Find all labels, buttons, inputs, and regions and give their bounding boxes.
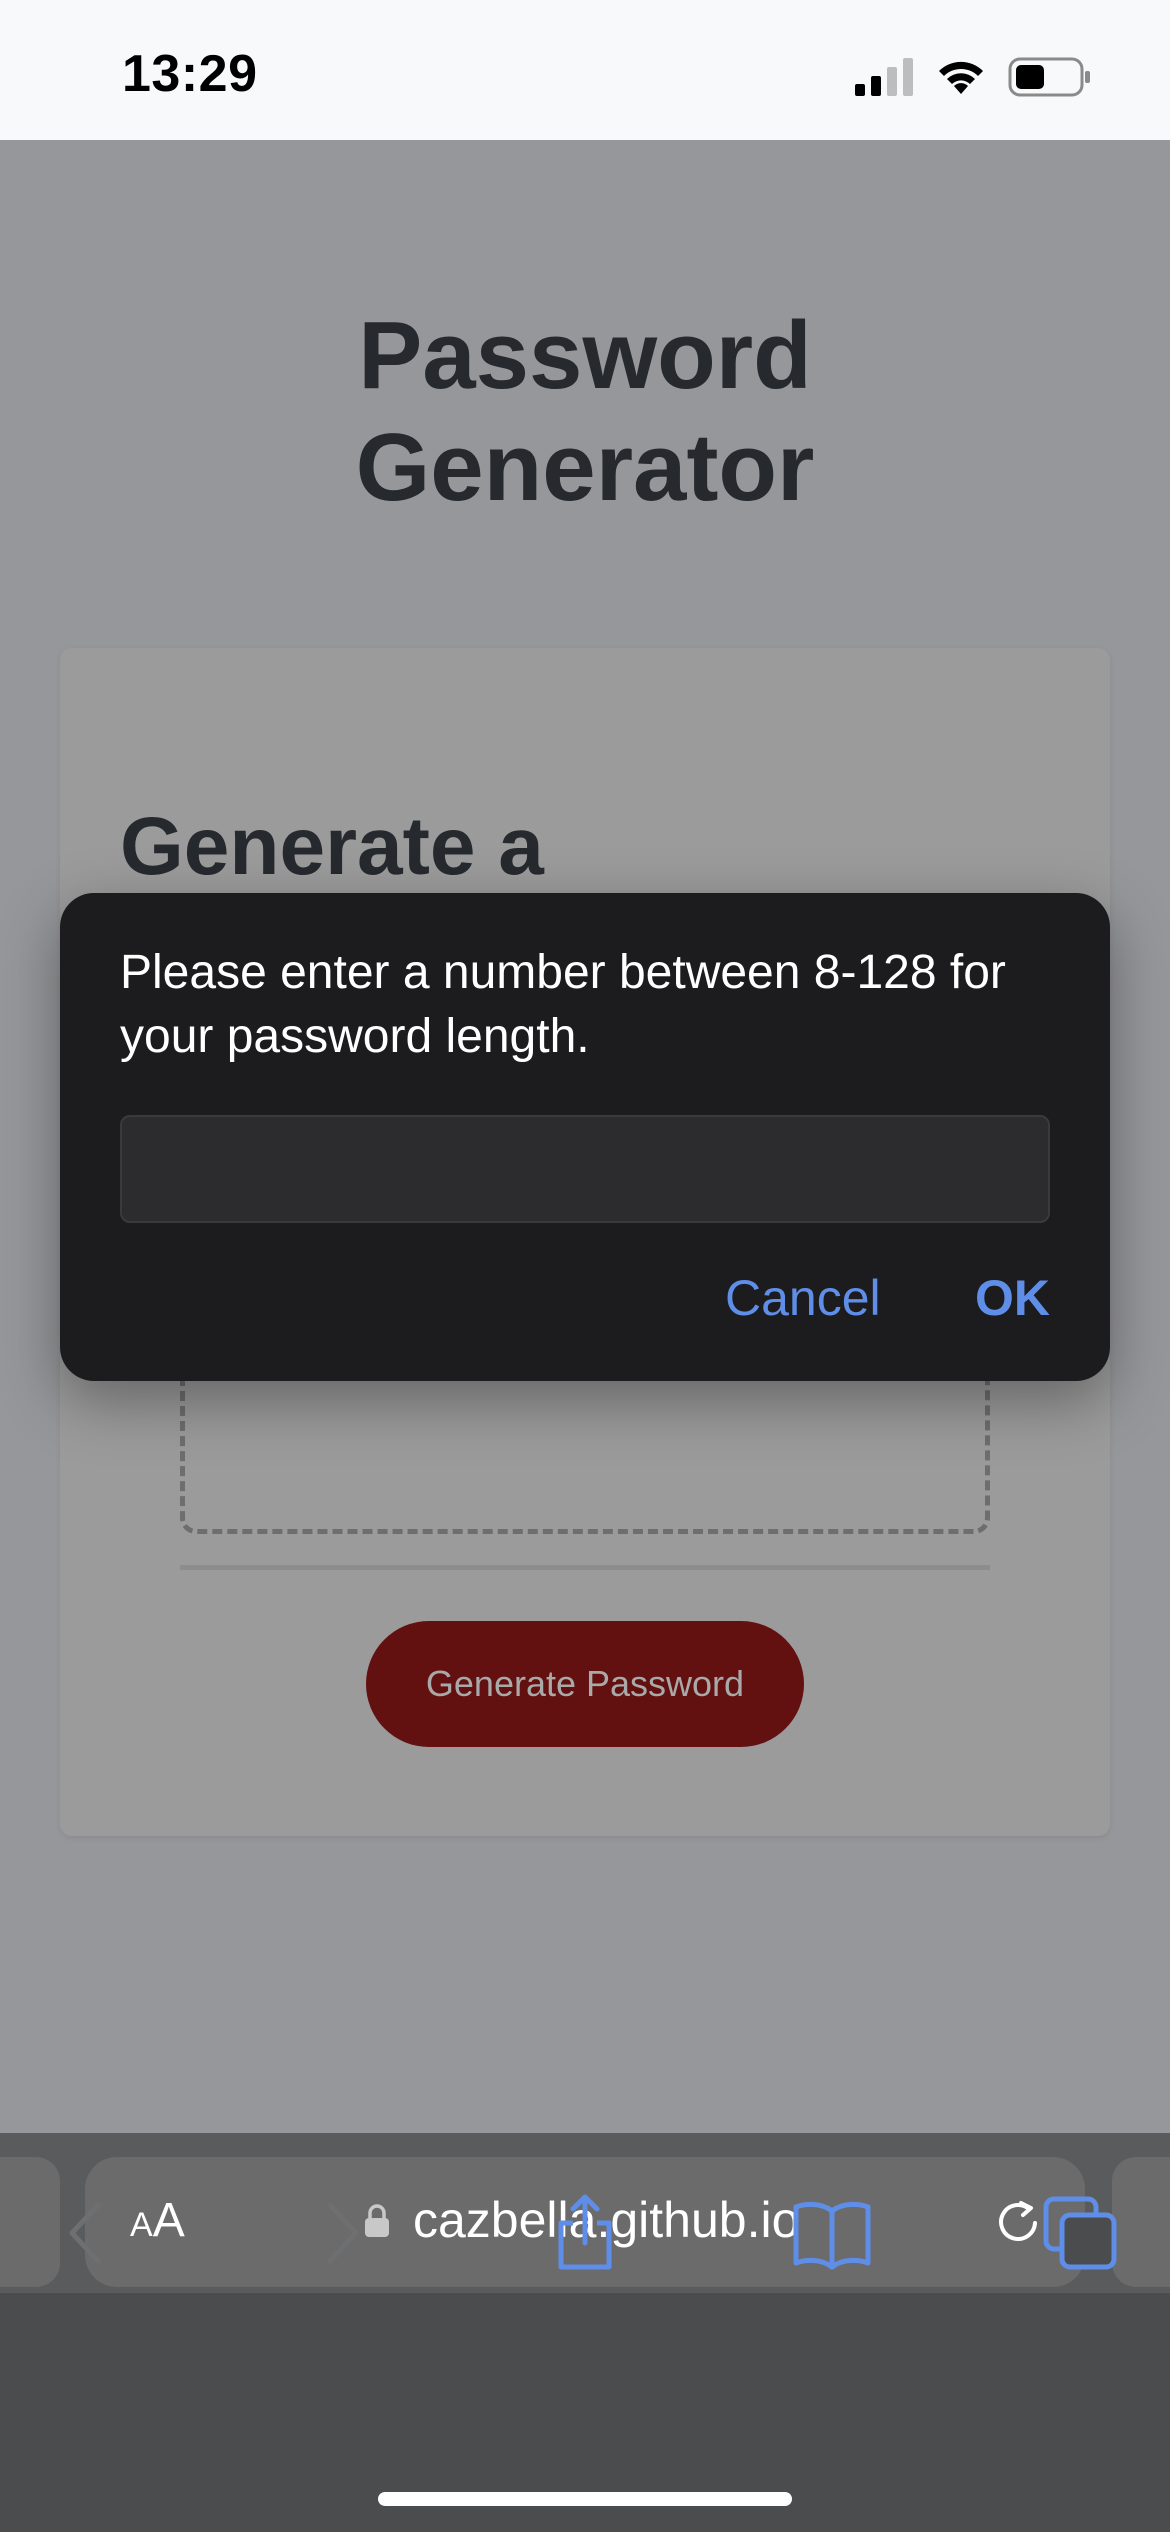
- status-bar: 13:29: [0, 0, 1170, 140]
- page-title-line2: Generator: [355, 414, 815, 521]
- generate-password-button[interactable]: Generate Password: [366, 1621, 804, 1747]
- share-icon[interactable]: [545, 2193, 625, 2273]
- forward-icon[interactable]: [300, 2193, 380, 2273]
- dialog-message: Please enter a number between 8-128 for …: [120, 946, 1006, 1063]
- password-length-input[interactable]: [120, 1115, 1050, 1223]
- cellular-signal-icon: [855, 58, 913, 96]
- ok-button[interactable]: OK: [975, 1269, 1050, 1327]
- back-icon[interactable]: [48, 2193, 128, 2273]
- bookmarks-icon[interactable]: [792, 2193, 872, 2273]
- card-heading: Generate a: [120, 801, 544, 892]
- next-tab-peek[interactable]: [1112, 2157, 1170, 2287]
- status-time: 13:29: [122, 45, 258, 103]
- reader-aa-button[interactable]: AA: [130, 2193, 185, 2248]
- battery-icon: [1008, 57, 1090, 97]
- reload-icon[interactable]: [993, 2197, 1043, 2247]
- wifi-icon: [939, 61, 983, 94]
- tabs-icon[interactable]: [1040, 2193, 1120, 2273]
- page-title-line1: Password: [358, 302, 812, 409]
- home-indicator: [378, 2492, 792, 2506]
- prompt-dialog: Please enter a number between 8-128 for …: [60, 893, 1110, 1381]
- page-title: Password Generator: [0, 300, 1170, 524]
- card-divider: [180, 1565, 990, 1570]
- cancel-button[interactable]: Cancel: [725, 1269, 881, 1327]
